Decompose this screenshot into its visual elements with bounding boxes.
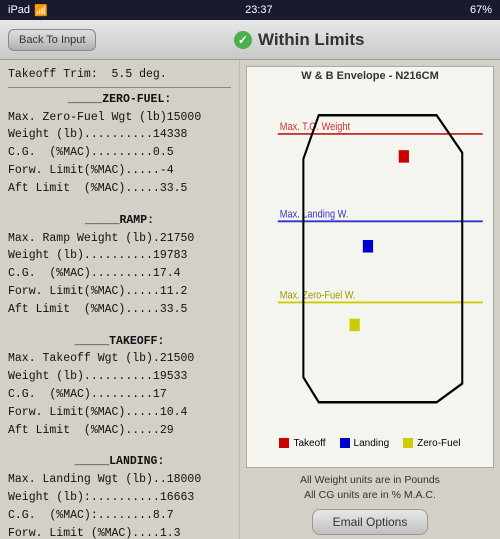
ldg-line-3: C.G. (%MAC):........8.7 xyxy=(8,507,231,525)
status-right: 67% xyxy=(470,4,492,16)
cg-units-info: All CG units are in % M.A.C. xyxy=(246,488,494,504)
landing-dot xyxy=(363,240,373,252)
chart-title: W & B Envelope - N216CM xyxy=(247,67,493,84)
landing-legend-icon xyxy=(340,438,350,448)
legend-takeoff-label: Takeoff xyxy=(293,438,325,449)
chart-area: Max. T.O. Weight Max. Landing W. Max. Ze… xyxy=(247,84,493,434)
zerofuel-legend-icon xyxy=(403,438,413,448)
zf-line-4: Forw. Limit(%MAC).....-4 xyxy=(8,162,231,180)
ldg-line-1: Max. Landing Wgt (lb)..18000 xyxy=(8,471,231,489)
svg-text:Max. Zero-Fuel W.: Max. Zero-Fuel W. xyxy=(280,290,356,302)
takeoff-trim: Takeoff Trim: 5.5 deg. xyxy=(8,66,231,84)
ramp-line-1: Max. Ramp Weight (lb).21750 xyxy=(8,230,231,248)
to-line-3: C.G. (%MAC).........17 xyxy=(8,386,231,404)
bottom-info: All Weight units are in Pounds All CG un… xyxy=(246,473,494,536)
email-options-button[interactable]: Email Options xyxy=(312,509,429,535)
battery-label: 67% xyxy=(470,4,492,16)
status-indicator: ✓ Within Limits xyxy=(106,30,492,50)
to-line-2: Weight (lb)..........19533 xyxy=(8,368,231,386)
legend-zerofuel: Zero-Fuel xyxy=(403,438,460,449)
chart-legend: Takeoff Landing Zero-Fuel xyxy=(247,434,493,453)
zero-fuel-dot xyxy=(350,319,360,331)
left-panel: Takeoff Trim: 5.5 deg. _____ZERO-FUEL: M… xyxy=(0,60,240,539)
ldg-line-2: Weight (lb):..........16663 xyxy=(8,489,231,507)
ldg-line-4: Forw. Limit (%MAC)....1.3 xyxy=(8,525,231,539)
status-left: iPad 📶 xyxy=(8,4,48,17)
chart-container: W & B Envelope - N216CM Max. T.O. Weight… xyxy=(246,66,494,468)
wb-envelope-chart: Max. T.O. Weight Max. Landing W. Max. Ze… xyxy=(247,84,493,434)
legend-landing: Landing xyxy=(340,438,390,449)
status-time: 23:37 xyxy=(245,4,273,16)
device-label: iPad xyxy=(8,4,30,16)
takeoff-dot xyxy=(399,150,409,162)
status-icon: ✓ xyxy=(234,31,252,49)
back-button[interactable]: Back To Input xyxy=(8,29,96,51)
zf-line-2: Weight (lb)..........14338 xyxy=(8,126,231,144)
status-bar: iPad 📶 23:37 67% xyxy=(0,0,500,20)
ramp-title: _____RAMP: xyxy=(8,212,231,230)
landing-title: _____LANDING: xyxy=(8,453,231,471)
status-text: Within Limits xyxy=(258,30,365,50)
to-line-4: Forw. Limit(%MAC).....10.4 xyxy=(8,404,231,422)
takeoff-title: _____TAKEOFF: xyxy=(8,333,231,351)
main-content: Takeoff Trim: 5.5 deg. _____ZERO-FUEL: M… xyxy=(0,60,500,539)
divider-1 xyxy=(8,87,231,88)
legend-landing-label: Landing xyxy=(354,438,390,449)
to-line-1: Max. Takeoff Wgt (lb).21500 xyxy=(8,350,231,368)
svg-text:Max. Landing W.: Max. Landing W. xyxy=(280,209,349,221)
top-bar: Back To Input ✓ Within Limits xyxy=(0,20,500,60)
wifi-icon: 📶 xyxy=(34,4,48,17)
zf-line-1: Max. Zero-Fuel Wgt (lb)15000 xyxy=(8,109,231,127)
ramp-line-2: Weight (lb)..........19783 xyxy=(8,247,231,265)
legend-takeoff: Takeoff xyxy=(279,438,325,449)
right-panel: W & B Envelope - N216CM Max. T.O. Weight… xyxy=(240,60,500,539)
takeoff-legend-icon xyxy=(279,438,289,448)
ramp-line-5: Aft Limit (%MAC).....33.5 xyxy=(8,301,231,319)
zf-line-5: Aft Limit (%MAC).....33.5 xyxy=(8,180,231,198)
to-line-5: Aft Limit (%MAC).....29 xyxy=(8,422,231,440)
ramp-line-4: Forw. Limit(%MAC).....11.2 xyxy=(8,283,231,301)
zf-line-3: C.G. (%MAC).........0.5 xyxy=(8,144,231,162)
weight-units-info: All Weight units are in Pounds xyxy=(246,473,494,489)
zero-fuel-title: _____ZERO-FUEL: xyxy=(8,91,231,109)
ramp-line-3: C.G. (%MAC).........17.4 xyxy=(8,265,231,283)
legend-zerofuel-label: Zero-Fuel xyxy=(417,438,460,449)
